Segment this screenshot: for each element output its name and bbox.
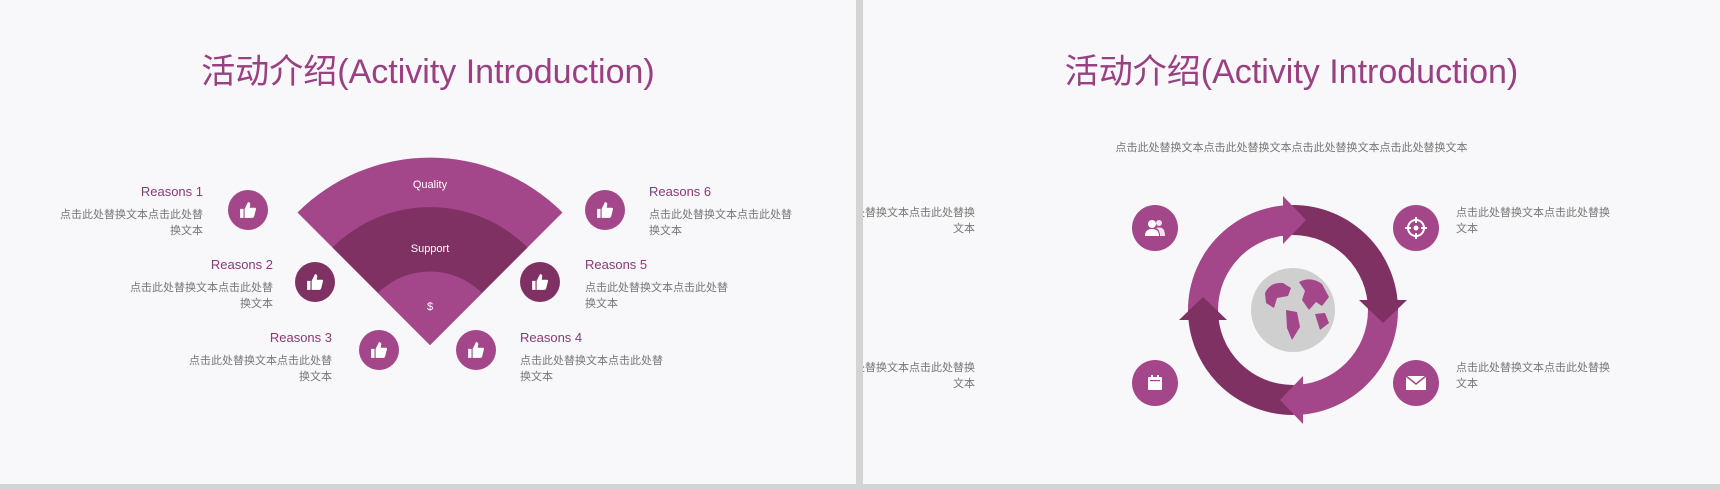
cycle-arrow-top xyxy=(1283,196,1306,244)
calendar-icon xyxy=(1148,375,1162,390)
cycle-arrow-left xyxy=(1179,297,1227,320)
reason-3-title: Reasons 3 xyxy=(269,330,332,345)
target-icon xyxy=(1405,217,1427,239)
fan-label-center: $ xyxy=(427,301,433,313)
slide-right: 活动介绍(Activity Introduction) 点击此处替换文本点击此处… xyxy=(863,0,1720,484)
reason-4-icon-circle xyxy=(456,330,496,370)
item-3-desc: 点击此处替换文本点击此处替换文本 xyxy=(863,362,975,390)
cycle-arrow-right xyxy=(1359,300,1407,323)
thumbs-up-icon xyxy=(597,202,614,218)
item-1-icon-circle xyxy=(1132,205,1178,251)
reason-6-icon-circle xyxy=(585,190,625,230)
item-4-icon-circle xyxy=(1393,360,1439,406)
reason-4-title: Reasons 4 xyxy=(520,330,583,345)
reason-6-desc: 点击此处替换文本点击此处替换文本 xyxy=(649,209,792,237)
thumbs-up-icon xyxy=(532,274,549,290)
reason-5-title: Reasons 5 xyxy=(585,257,648,272)
fan-label-quality: Quality xyxy=(413,179,448,191)
fan-label-support: Support xyxy=(411,243,450,255)
slide-subtitle: 点击此处替换文本点击此处替换文本点击此处替换文本点击此处替换文本 xyxy=(1115,142,1468,154)
reason-1-icon-circle xyxy=(228,190,268,230)
users-icon xyxy=(1145,220,1165,236)
reason-1-title: Reasons 1 xyxy=(140,184,203,199)
reason-1-desc: 点击此处替换文本点击此处替换文本 xyxy=(60,209,203,237)
reason-3-desc: 点击此处替换文本点击此处替换文本 xyxy=(189,355,332,383)
globe-icon xyxy=(1251,268,1335,352)
item-3-icon-circle xyxy=(1132,360,1178,406)
item-1-desc: 点击此处替换文本点击此处替换文本 xyxy=(863,207,975,235)
reason-3-icon-circle xyxy=(359,330,399,370)
slide-title: 活动介绍(Activity Introduction) xyxy=(1064,53,1519,91)
cycle-arrow-bottom xyxy=(1280,376,1303,424)
cycle-diagram xyxy=(1179,196,1407,424)
reason-5-desc: 点击此处替换文本点击此处替换文本 xyxy=(585,282,728,310)
reason-2-icon-circle xyxy=(295,262,335,302)
thumbs-up-icon xyxy=(307,274,324,290)
thumbs-up-icon xyxy=(371,342,388,358)
item-4-desc: 点击此处替换文本点击此处替换文本 xyxy=(1456,362,1610,390)
reason-2-title: Reasons 2 xyxy=(210,257,273,272)
reason-2-desc: 点击此处替换文本点击此处替换文本 xyxy=(130,282,273,310)
thumbs-up-icon xyxy=(468,342,485,358)
mail-icon xyxy=(1405,375,1427,390)
slide-title: 活动介绍(Activity Introduction) xyxy=(201,53,655,91)
item-2-icon-circle xyxy=(1393,205,1439,251)
slide-left: 活动介绍(Activity Introduction) Quality Supp… xyxy=(0,0,856,484)
fan-diagram: Quality Support $ xyxy=(297,157,563,345)
item-2-desc: 点击此处替换文本点击此处替换文本 xyxy=(1456,207,1610,235)
reason-5-icon-circle xyxy=(520,262,560,302)
reason-4-desc: 点击此处替换文本点击此处替换文本 xyxy=(520,355,663,383)
reason-6-title: Reasons 6 xyxy=(649,184,712,199)
thumbs-up-icon xyxy=(240,202,257,218)
